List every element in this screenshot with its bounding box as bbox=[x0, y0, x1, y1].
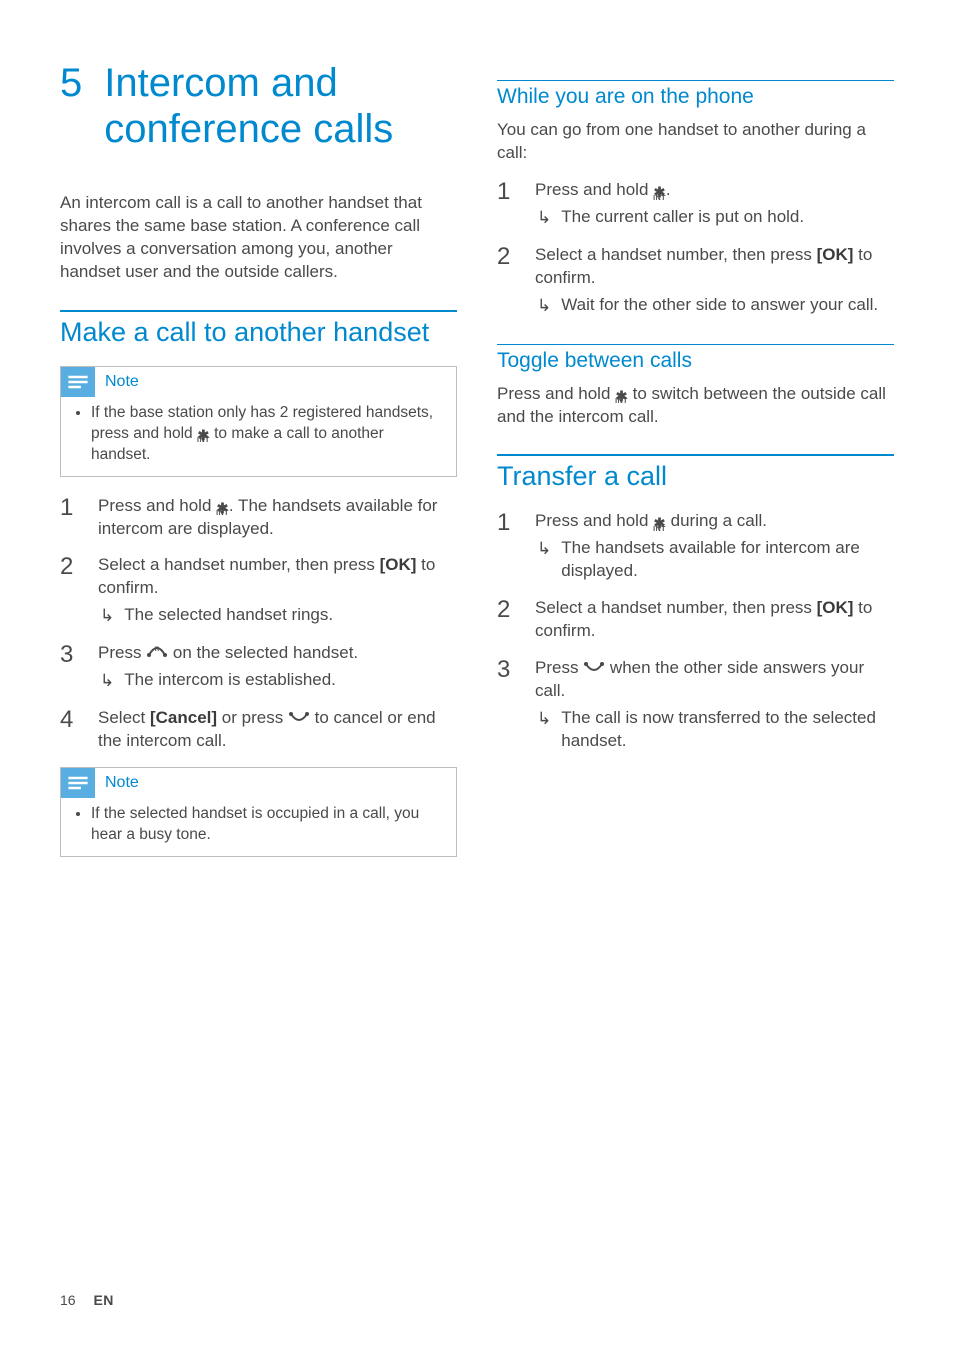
star-int-key-icon: ✱INT bbox=[216, 505, 229, 517]
result-text: The handsets available for intercom are … bbox=[561, 537, 894, 583]
end-key-icon bbox=[288, 707, 310, 730]
columns: 5 Intercom and conference calls An inter… bbox=[60, 60, 894, 1310]
step-item: Select a handset number, then press [OK]… bbox=[497, 244, 894, 318]
note-title: Note bbox=[105, 373, 139, 391]
step-item: Press when the other side answers your c… bbox=[497, 657, 894, 753]
page: 5 Intercom and conference calls An inter… bbox=[0, 0, 954, 1350]
section-transfer: Transfer a call bbox=[497, 454, 894, 492]
note-box-2: Note If the selected handset is occupied… bbox=[60, 767, 457, 857]
step-text: Select a handset number, then press [OK]… bbox=[535, 245, 872, 287]
left-column: 5 Intercom and conference calls An inter… bbox=[60, 60, 457, 1310]
right-column: While you are on the phone You can go fr… bbox=[497, 60, 894, 1310]
step-item: Press and hold ✱INT during a call. ↳ The… bbox=[497, 510, 894, 583]
step-text: Press and hold ✱INT. The handsets availa… bbox=[98, 496, 437, 538]
note-item: If the base station only has 2 registere… bbox=[91, 403, 442, 466]
note-icon bbox=[61, 367, 95, 397]
result-arrow-icon: ↳ bbox=[537, 294, 551, 318]
result-line: ↳ The current caller is put on hold. bbox=[535, 206, 804, 230]
star-int-key-icon: ✱INT bbox=[197, 432, 210, 444]
result-text: The selected handset rings. bbox=[124, 604, 457, 628]
subsection-toggle: Toggle between calls bbox=[497, 344, 894, 373]
subsection-while-on-phone: While you are on the phone bbox=[497, 80, 894, 109]
svg-text:R: R bbox=[155, 647, 160, 653]
result-text: The intercom is established. bbox=[124, 669, 358, 693]
page-footer: 16 EN bbox=[60, 1292, 114, 1308]
note-header: Note bbox=[61, 768, 456, 798]
result-arrow-icon: ↳ bbox=[100, 669, 114, 693]
step-item: Select a handset number, then press [OK]… bbox=[497, 597, 894, 643]
star-int-key-icon: ✱INT bbox=[653, 189, 666, 201]
star-int-key-icon: ✱INT bbox=[653, 520, 666, 532]
chapter-number: 5 bbox=[60, 60, 82, 152]
step-item: Select a handset number, then press [OK]… bbox=[60, 554, 457, 628]
note-icon bbox=[61, 768, 95, 798]
note-box-1: Note If the base station only has 2 regi… bbox=[60, 366, 457, 477]
result-line: ↳ The call is now transferred to the sel… bbox=[535, 707, 894, 753]
steps-transfer: Press and hold ✱INT during a call. ↳ The… bbox=[497, 510, 894, 752]
page-language: EN bbox=[93, 1292, 113, 1308]
note-header: Note bbox=[61, 367, 456, 397]
result-arrow-icon: ↳ bbox=[537, 206, 551, 230]
talk-key-icon: R bbox=[146, 642, 168, 665]
toggle-text: Press and hold ✱INT to switch between th… bbox=[497, 383, 894, 429]
result-text: Wait for the other side to answer your c… bbox=[561, 294, 894, 318]
result-arrow-icon: ↳ bbox=[537, 707, 551, 753]
steps-while-on-phone: Press and hold ✱INT. ↳ The current calle… bbox=[497, 179, 894, 318]
step-item: Press R on the selected handset. ↳ The i… bbox=[60, 642, 457, 693]
result-arrow-icon: ↳ bbox=[537, 537, 551, 583]
chapter-title: Intercom and conference calls bbox=[104, 60, 457, 152]
steps-make-call: Press and hold ✱INT. The handsets availa… bbox=[60, 495, 457, 754]
step-text: Press R on the selected handset. bbox=[98, 643, 358, 662]
result-text: The current caller is put on hold. bbox=[561, 206, 804, 230]
step-text: Press and hold ✱INT. bbox=[535, 180, 671, 199]
result-text: The call is now transferred to the selec… bbox=[561, 707, 894, 753]
step-item: Press and hold ✱INT. ↳ The current calle… bbox=[497, 179, 894, 230]
section-make-call: Make a call to another handset bbox=[60, 310, 457, 348]
step-text: Select [Cancel] or press to cancel or en… bbox=[98, 708, 436, 750]
intro-paragraph: An intercom call is a call to another ha… bbox=[60, 192, 457, 284]
page-number: 16 bbox=[60, 1292, 76, 1308]
result-line: ↳ The handsets available for intercom ar… bbox=[535, 537, 894, 583]
result-arrow-icon: ↳ bbox=[100, 604, 114, 628]
step-text: Select a handset number, then press [OK]… bbox=[535, 598, 872, 640]
step-text: Select a handset number, then press [OK]… bbox=[98, 555, 435, 597]
result-line: ↳ Wait for the other side to answer your… bbox=[535, 294, 894, 318]
chapter-heading: 5 Intercom and conference calls bbox=[60, 60, 457, 152]
step-item: Press and hold ✱INT. The handsets availa… bbox=[60, 495, 457, 541]
sub1-intro: You can go from one handset to another d… bbox=[497, 119, 894, 165]
result-line: ↳ The intercom is established. bbox=[98, 669, 358, 693]
note-title: Note bbox=[105, 774, 139, 792]
note-item: If the selected handset is occupied in a… bbox=[91, 804, 442, 846]
step-item: Select [Cancel] or press to cancel or en… bbox=[60, 707, 457, 753]
star-int-key-icon: ✱INT bbox=[615, 393, 628, 405]
result-line: ↳ The selected handset rings. bbox=[98, 604, 457, 628]
step-text: Press and hold ✱INT during a call. bbox=[535, 511, 767, 530]
step-text: Press when the other side answers your c… bbox=[535, 658, 864, 700]
end-key-icon bbox=[583, 657, 605, 680]
